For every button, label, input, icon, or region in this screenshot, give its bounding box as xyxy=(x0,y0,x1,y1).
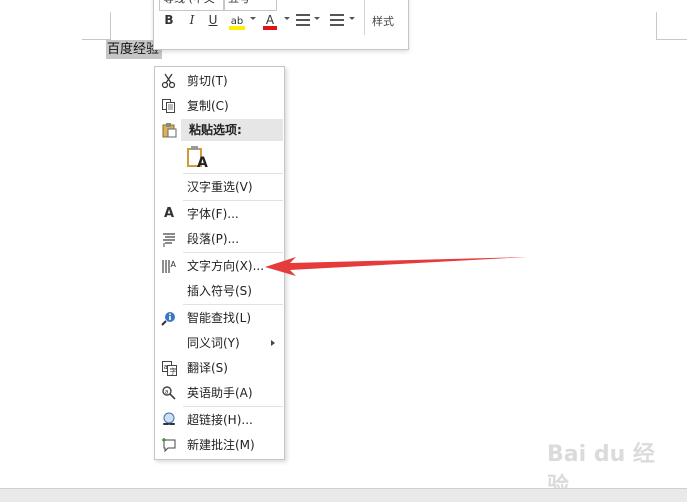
annotation-arrow xyxy=(265,257,528,276)
status-bar xyxy=(0,488,687,502)
red-arrow-shape xyxy=(265,257,528,276)
